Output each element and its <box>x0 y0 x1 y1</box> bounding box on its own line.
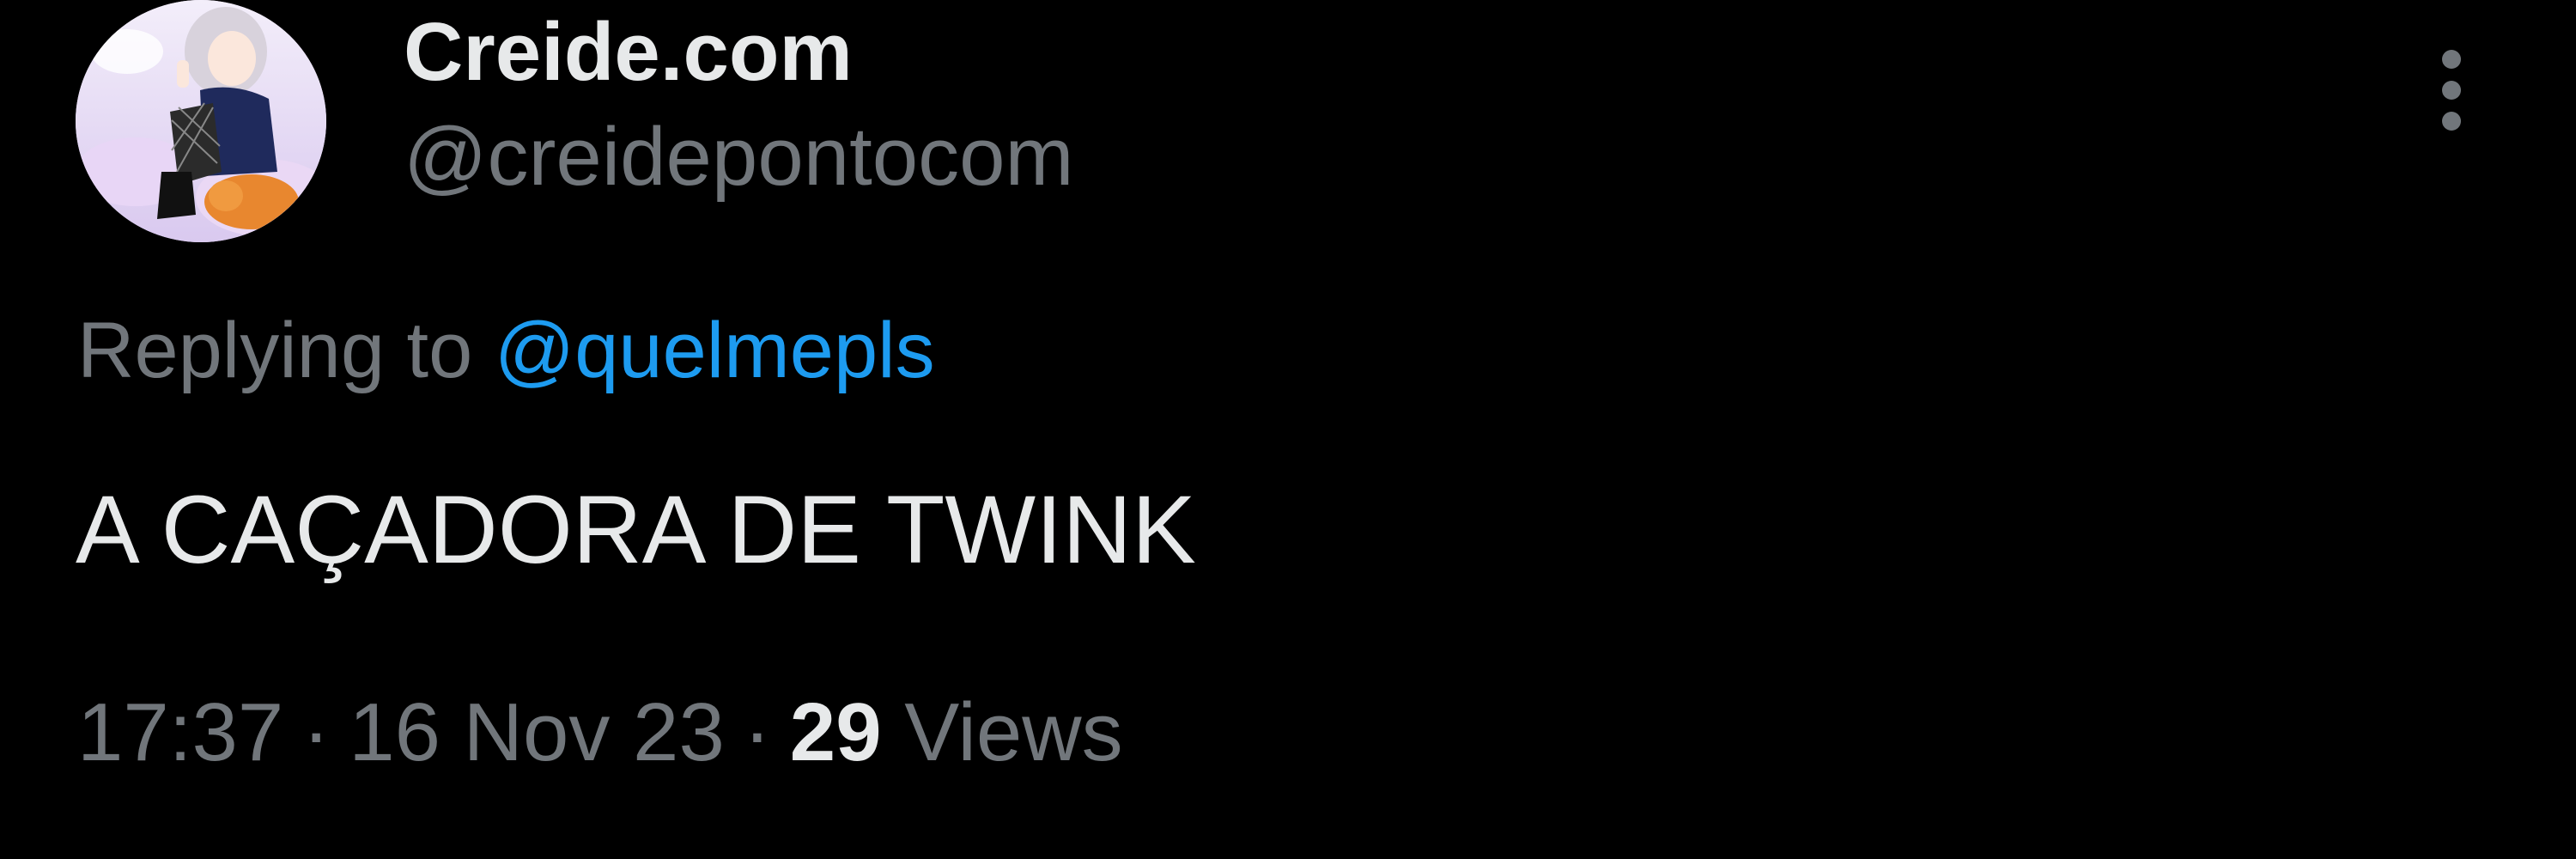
more-vertical-icon <box>2442 50 2461 131</box>
author-display-name[interactable]: Creide.com <box>404 7 853 98</box>
tweet-meta: 17:37 · 16 Nov 23 · 29 Views <box>77 687 1123 778</box>
views-label[interactable]: Views <box>904 686 1122 778</box>
tweet-detail: Creide.com @creidepontocom Replying to @… <box>0 0 2576 859</box>
reply-mention-link[interactable]: @quelmepls <box>495 307 935 394</box>
meta-separator: · <box>743 686 771 778</box>
views-count[interactable]: 29 <box>790 686 882 778</box>
tweet-text: A CAÇADORA DE TWINK <box>76 476 1196 583</box>
replying-to-label: Replying to <box>77 307 495 394</box>
tweet-date[interactable]: 16 Nov 23 <box>349 686 725 778</box>
replying-to-line: Replying to @quelmepls <box>77 307 935 394</box>
avatar[interactable] <box>76 0 326 242</box>
author-handle[interactable]: @creidepontocom <box>404 112 1074 203</box>
illustrated-girl-avatar-icon <box>76 0 326 242</box>
tweet-time[interactable]: 17:37 <box>77 686 283 778</box>
meta-separator: · <box>302 686 331 778</box>
more-options-button[interactable] <box>2413 43 2490 137</box>
